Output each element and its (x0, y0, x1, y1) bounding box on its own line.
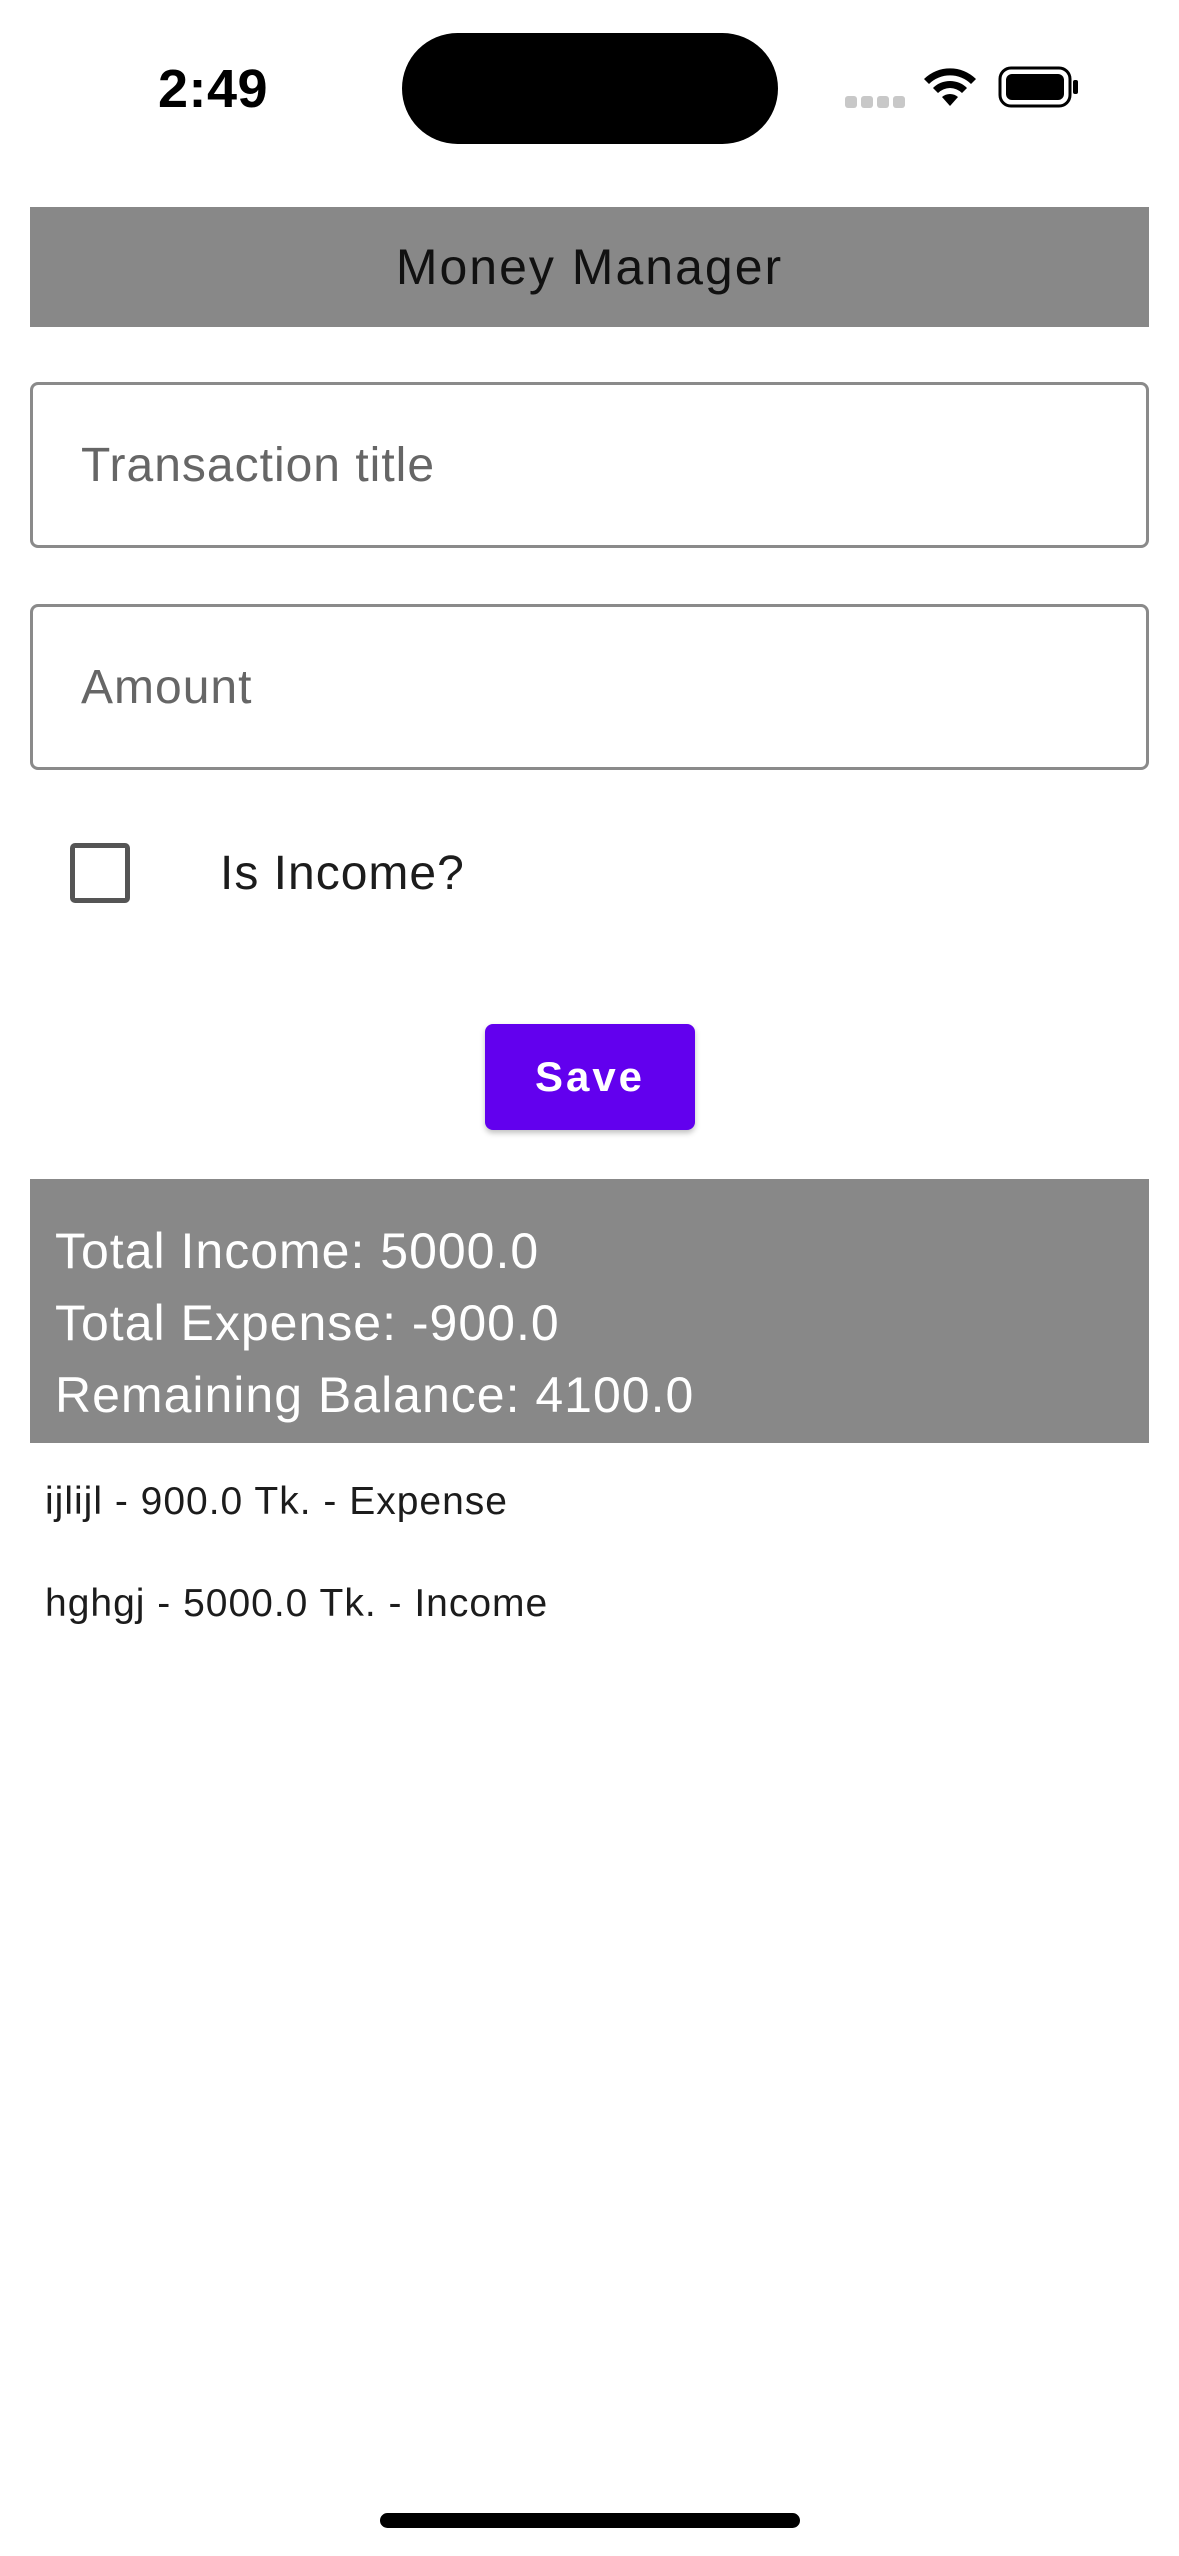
total-income: Total Income: 5000.0 (55, 1223, 540, 1279)
total-expense: Total Expense: -900.0 (55, 1295, 560, 1351)
save-button-label: Save (534, 1053, 646, 1100)
status-bar: 2:49 (0, 0, 1179, 180)
list-item: ijlijl - 900.0 Tk. - Expense (45, 1480, 508, 1523)
list-item: hghgj - 5000.0 Tk. - Income (45, 1582, 549, 1625)
amount-input[interactable] (33, 607, 1146, 767)
transaction-title-input[interactable] (33, 385, 1146, 545)
transaction-list: ijlijl - 900.0 Tk. - Expense hghgj - 500… (45, 1472, 1145, 1676)
remaining-balance: Remaining Balance: 4100.0 (55, 1367, 695, 1423)
transaction-title-field[interactable] (30, 382, 1149, 548)
wifi-icon (924, 68, 976, 106)
save-button[interactable]: Save (485, 1024, 695, 1130)
signal-icon (845, 96, 905, 110)
income-checkbox-row[interactable]: Is Income? (70, 842, 465, 904)
status-time: 2:49 (158, 59, 269, 119)
summary-panel: Total Income: 5000.0 Total Expense: -900… (30, 1179, 1149, 1443)
amount-field[interactable] (30, 604, 1149, 770)
app-bar: Money Manager (30, 207, 1149, 327)
home-indicator[interactable] (380, 2513, 800, 2528)
income-checkbox[interactable] (70, 843, 130, 903)
dynamic-island (402, 33, 778, 144)
app-title: Money Manager (395, 239, 784, 295)
screen: 2:49 Money Manager Is Income? Save (0, 0, 1179, 2556)
battery-icon (998, 66, 1078, 108)
income-checkbox-label: Is Income? (220, 846, 465, 900)
